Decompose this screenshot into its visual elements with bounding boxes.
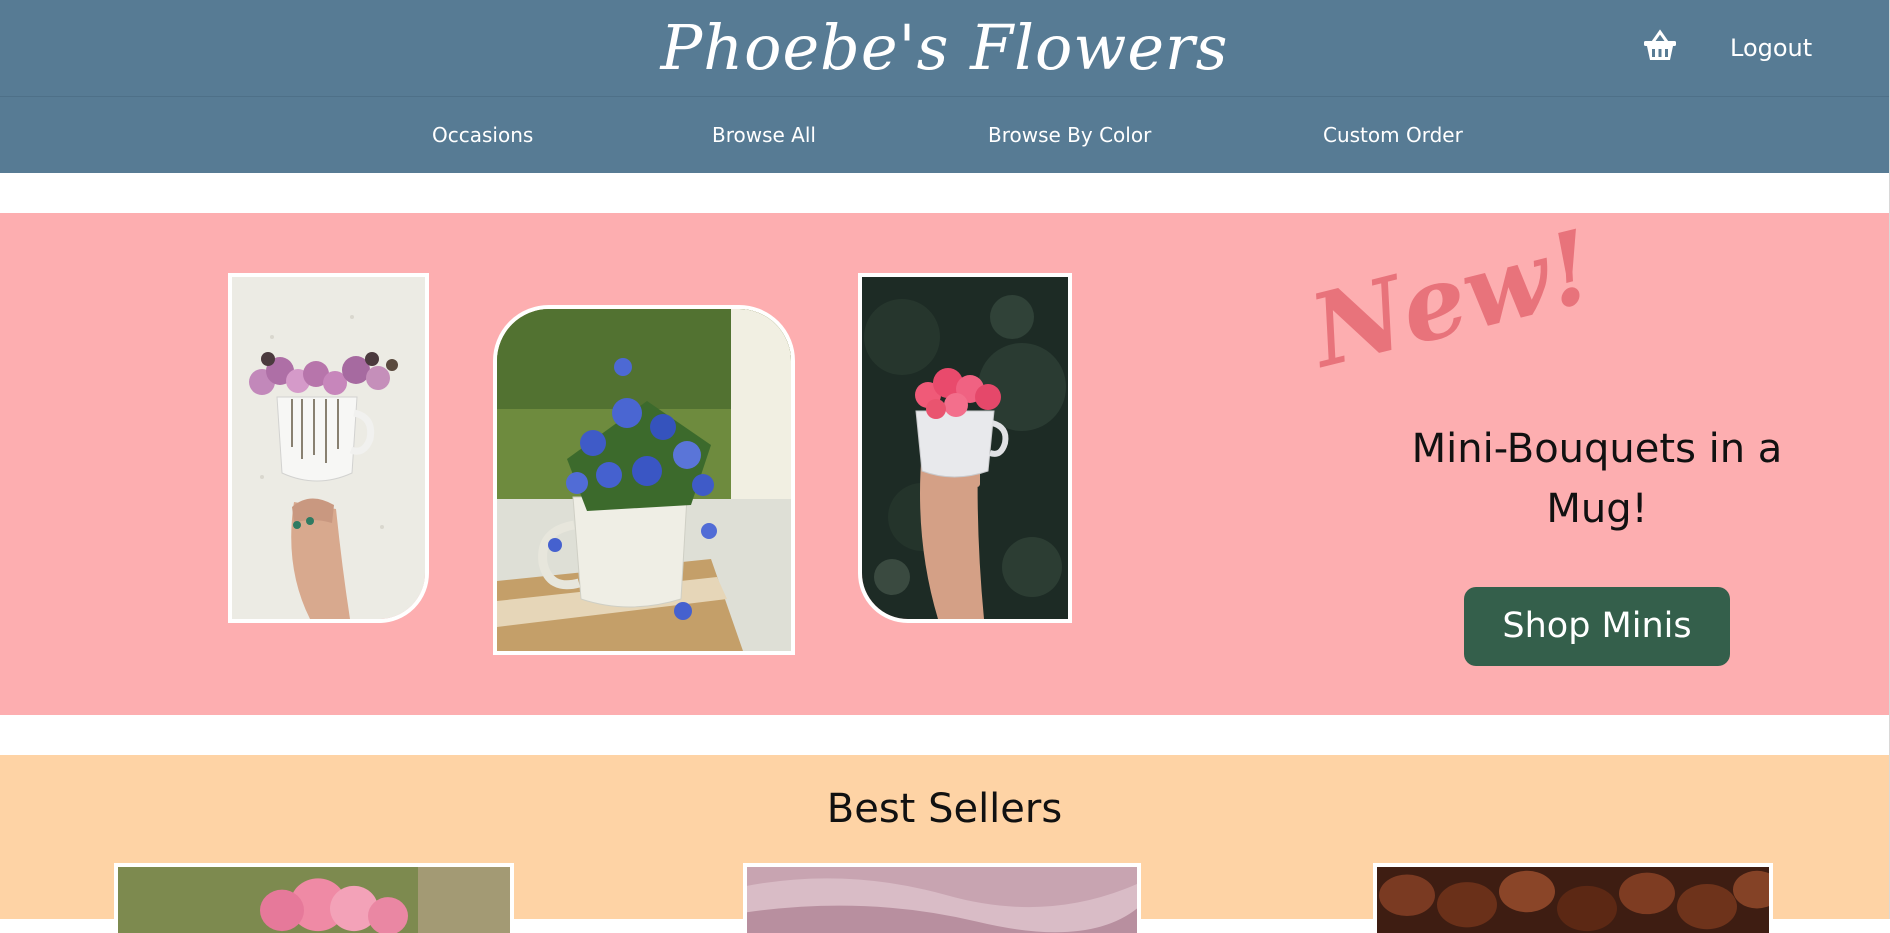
main-nav: Occasions Browse All Browse By Color Cus… [0,97,1889,173]
page: Phoebe's Flowers Logout Occasions Browse… [0,0,1889,933]
brand-title: Phoebe's Flowers [660,11,1229,84]
hero-headline: Mini-Bouquets in a Mug! [1411,426,1783,532]
logout-link[interactable]: Logout [1730,28,1840,68]
nav-item-browse-by-color[interactable]: Browse By Color [988,117,1151,153]
shop-minis-button[interactable]: Shop Minis [1464,587,1730,666]
header-top-bar: Phoebe's Flowers Logout [0,0,1889,97]
basket-button[interactable] [1640,26,1680,66]
nav-item-custom-order[interactable]: Custom Order [1323,117,1463,153]
best-sellers-heading: Best Sellers [826,786,1063,832]
new-tag: New! [1299,206,1605,391]
hero-photo-lilac-mug [228,273,429,623]
best-seller-card-pink-silk[interactable] [743,863,1141,933]
nav-item-occasions[interactable]: Occasions [432,117,533,153]
nav-item-browse-all[interactable]: Browse All [712,117,816,153]
best-sellers-section: Best Sellers [0,755,1889,933]
best-seller-card-chocolates[interactable] [1373,863,1773,933]
hero-photo-blue-mug [493,305,795,655]
basket-icon [1644,29,1676,60]
hero-photo-pink-cup [858,273,1072,623]
hero-banner: New! Mini-Bouquets in a Mug! Shop Minis [0,207,1889,715]
best-seller-card-pink-bouquet[interactable] [114,863,514,933]
site-header: Phoebe's Flowers Logout Occasions Browse… [0,0,1889,173]
